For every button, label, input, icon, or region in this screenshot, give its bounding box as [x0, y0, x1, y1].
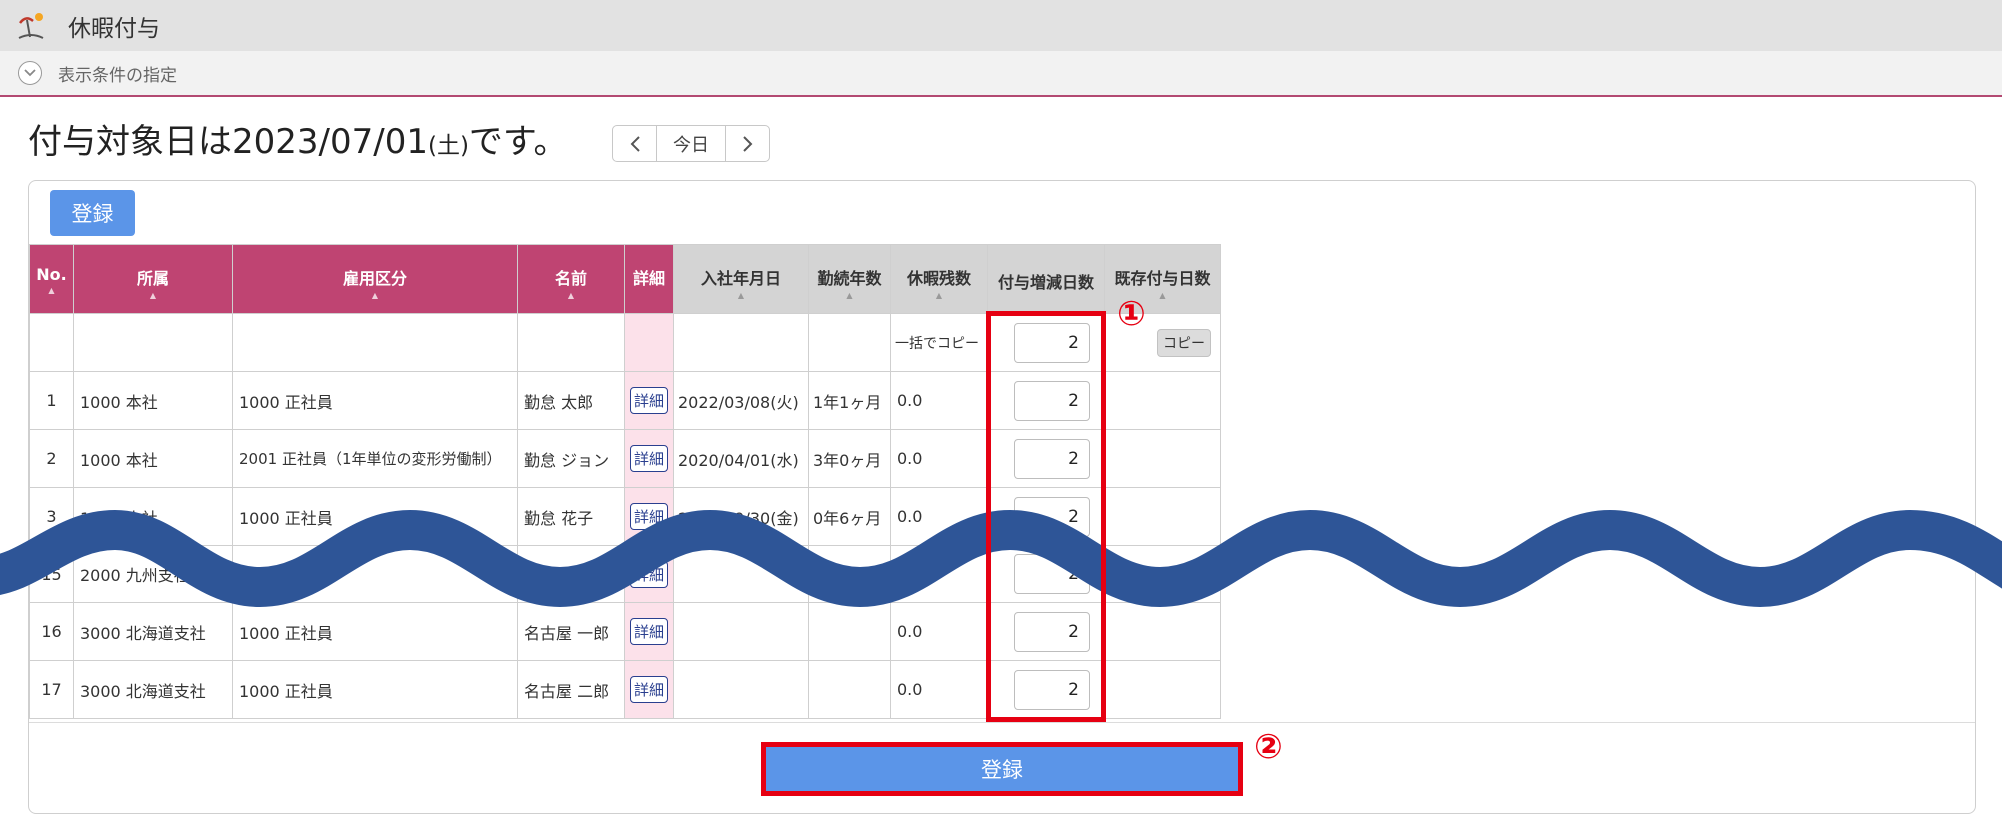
- detail-button[interactable]: 詳細: [629, 445, 668, 472]
- app-title: 休暇付与: [68, 15, 160, 42]
- bulk-copy-label: 一括でコピー: [890, 313, 988, 372]
- today-button[interactable]: 今日: [656, 126, 726, 161]
- chevron-right-icon: [742, 135, 752, 152]
- col-header-adjust: 付与増減日数: [987, 244, 1105, 314]
- col-header-detail: 詳細: [624, 244, 674, 314]
- panel-divider: [29, 722, 1975, 723]
- copy-button[interactable]: コピー: [1157, 328, 1211, 357]
- chevron-left-icon: [630, 135, 640, 152]
- title-prefix: 付与対象日は: [28, 122, 232, 162]
- col-header-hire-date[interactable]: 入社年月日 ▲: [673, 244, 809, 314]
- col-header-remaining[interactable]: 休暇残数 ▲: [890, 244, 988, 314]
- target-weekday: (土): [427, 133, 469, 159]
- page: 休暇付与 表示条件の指定 付与対象日は2023/07/01(土)です。 今日 登…: [0, 0, 2002, 840]
- register-button-top[interactable]: 登録: [50, 190, 135, 236]
- date-navigator: 今日: [612, 125, 770, 162]
- app-header: 休暇付与: [0, 0, 2002, 51]
- target-date: 2023/07/01: [232, 122, 428, 162]
- next-date-button[interactable]: [726, 126, 769, 161]
- detail-button[interactable]: 詳細: [629, 676, 668, 703]
- col-header-name[interactable]: 名前 ▲: [517, 244, 625, 314]
- title-suffix: です。: [468, 122, 568, 162]
- detail-button[interactable]: 詳細: [629, 618, 668, 645]
- display-condition-bar[interactable]: 表示条件の指定: [0, 51, 2002, 97]
- annotation-marker-2: ②: [1254, 727, 1283, 767]
- highlight-adjust-column: [986, 311, 1106, 722]
- annotation-marker-1: ①: [1117, 294, 1146, 334]
- table-header-row: No. ▲ 所属 ▲ 雇用区分 ▲ 名前 ▲ 詳細 入社年月日 ▲ 勤続年数 ▲ 休暇残数 ▲…: [29, 244, 1221, 314]
- detail-button[interactable]: 詳細: [629, 387, 668, 414]
- col-header-dept[interactable]: 所属 ▲: [73, 244, 233, 314]
- col-header-emp-type[interactable]: 雇用区分 ▲: [232, 244, 518, 314]
- vacation-icon: [16, 11, 46, 41]
- highlight-register-button: [761, 742, 1243, 796]
- prev-date-button[interactable]: [613, 126, 656, 161]
- col-header-years[interactable]: 勤続年数 ▲: [808, 244, 891, 314]
- page-title: 付与対象日は2023/07/01(土)です。: [28, 114, 568, 163]
- col-header-no[interactable]: No. ▲: [29, 244, 74, 314]
- chevron-down-icon[interactable]: [18, 61, 42, 85]
- display-condition-label[interactable]: 表示条件の指定: [58, 61, 177, 86]
